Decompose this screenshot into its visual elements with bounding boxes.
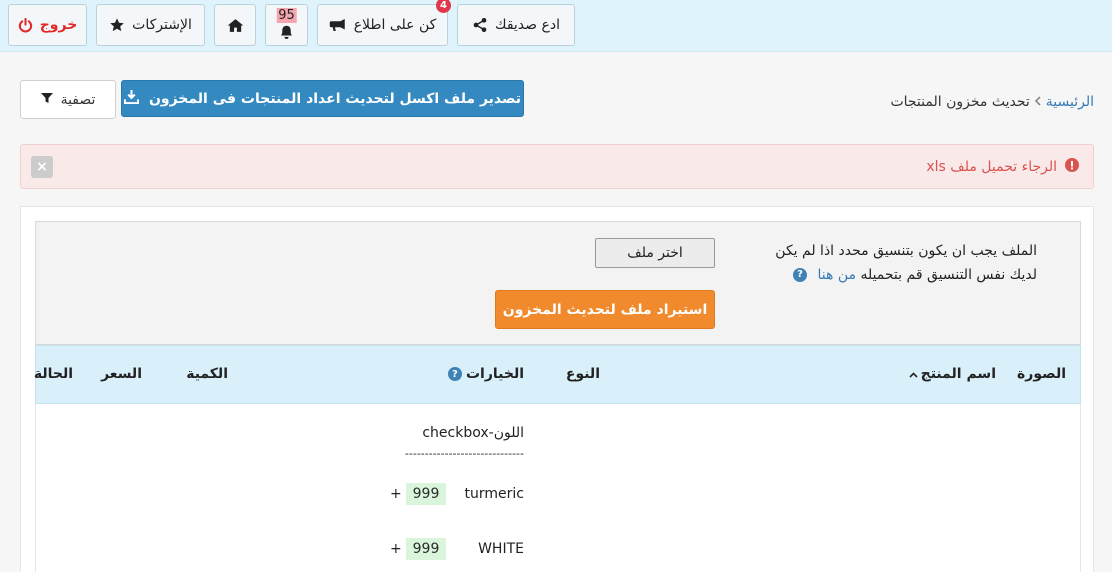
filter-label: تصفية — [60, 91, 96, 108]
power-icon — [18, 17, 33, 33]
table-header: الصورة اسم المنتج النوع الخيارات ? الكمي… — [33, 345, 1081, 404]
close-icon[interactable]: × — [31, 156, 53, 178]
option-group-label: اللون-checkbox — [422, 425, 524, 441]
filter-button[interactable]: تصفية — [20, 80, 116, 119]
option-quantity[interactable]: 999 — [406, 483, 446, 505]
logout-label: خروج — [39, 17, 78, 33]
notifications-count-badge: 95 — [276, 8, 297, 23]
column-price: السعر — [101, 366, 142, 382]
upload-instructions-line2: لديك نفس التنسيق قم بتحميله من هنا ? — [737, 263, 1037, 287]
upload-instructions-line1: الملف يجب ان يكون بتنسيق محدد اذا لم يكن — [775, 243, 1037, 259]
column-image: الصورة — [1017, 366, 1066, 382]
notifications-button[interactable]: 95 — [265, 4, 308, 46]
breadcrumb: الرئيسية تحديث مخزون المنتجات — [890, 94, 1094, 110]
alert-box: الرجاء تحميل ملف xls × — [20, 144, 1094, 189]
column-quantity: الكمية — [186, 366, 228, 382]
invite-friend-label: ادع صديقك — [495, 17, 560, 33]
exclamation-icon — [1065, 158, 1079, 176]
stay-informed-button[interactable]: 4 كن على اطلاع — [317, 0, 451, 46]
alert-message: الرجاء تحميل ملف xls — [926, 159, 1057, 175]
export-excel-button[interactable]: تصدير ملف اكسل لتحديث اعداد المنتجات فى … — [121, 80, 524, 117]
column-type: النوع — [565, 366, 600, 382]
import-file-button[interactable]: استيراد ملف لتحديث المخزون — [495, 290, 715, 329]
invite-friend-button[interactable]: ادع صديقك — [457, 4, 575, 46]
subscriptions-label: الإشتركات — [132, 17, 192, 33]
alert-message-row: الرجاء تحميل ملف xls — [926, 158, 1079, 176]
question-icon[interactable]: ? — [447, 367, 462, 381]
megaphone-icon — [329, 17, 347, 33]
column-status: الحالة — [33, 366, 73, 382]
top-bar: خروج الإشتركات 95 4 كن على اطلاع ادع صدي… — [0, 0, 1112, 52]
chevron-left-icon — [1034, 95, 1042, 109]
bell-icon — [278, 25, 295, 39]
template-download-link[interactable]: من هنا — [818, 267, 856, 283]
logout-button[interactable]: خروج — [8, 4, 87, 46]
option-add-button[interactable]: + — [390, 486, 402, 502]
option-divider: ------------------------------ — [404, 447, 524, 460]
home-icon — [227, 18, 244, 33]
main-panel: الملف يجب ان يكون بتنسيق محدد اذا لم يكن… — [20, 206, 1094, 572]
breadcrumb-current: تحديث مخزون المنتجات — [890, 94, 1030, 110]
option-name: WHITE — [478, 541, 524, 557]
choose-file-button[interactable]: اختر ملف — [595, 238, 715, 268]
filter-icon — [40, 92, 53, 108]
subscriptions-button[interactable]: الإشتركات — [96, 4, 205, 46]
share-icon — [472, 17, 488, 33]
column-options: الخيارات ? — [447, 366, 524, 382]
upload-box: الملف يجب ان يكون بتنسيق محدد اذا لم يكن… — [35, 221, 1081, 345]
column-options-label: الخيارات — [465, 366, 524, 382]
stay-informed-label: كن على اطلاع — [353, 17, 437, 33]
upload-instructions-text: لديك نفس التنسيق قم بتحميله — [860, 267, 1037, 283]
question-icon[interactable]: ? — [793, 268, 808, 282]
table-row: اللون-checkbox -------------------------… — [35, 404, 1081, 572]
download-icon — [123, 89, 139, 108]
option-add-button[interactable]: + — [390, 541, 402, 557]
home-button[interactable] — [214, 4, 256, 46]
sort-up-icon — [909, 366, 918, 382]
export-label: تصدير ملف اكسل لتحديث اعداد المنتجات فى … — [148, 90, 522, 107]
column-product-name[interactable]: اسم المنتج — [909, 366, 996, 382]
option-quantity[interactable]: 999 — [406, 538, 446, 560]
star-icon — [109, 17, 125, 33]
column-product-name-label: اسم المنتج — [920, 366, 996, 382]
upload-instructions: الملف يجب ان يكون بتنسيق محدد اذا لم يكن… — [737, 239, 1037, 287]
breadcrumb-home-link[interactable]: الرئيسية — [1046, 94, 1094, 110]
stay-informed-badge: 4 — [436, 0, 451, 13]
option-name: turmeric — [464, 486, 524, 502]
